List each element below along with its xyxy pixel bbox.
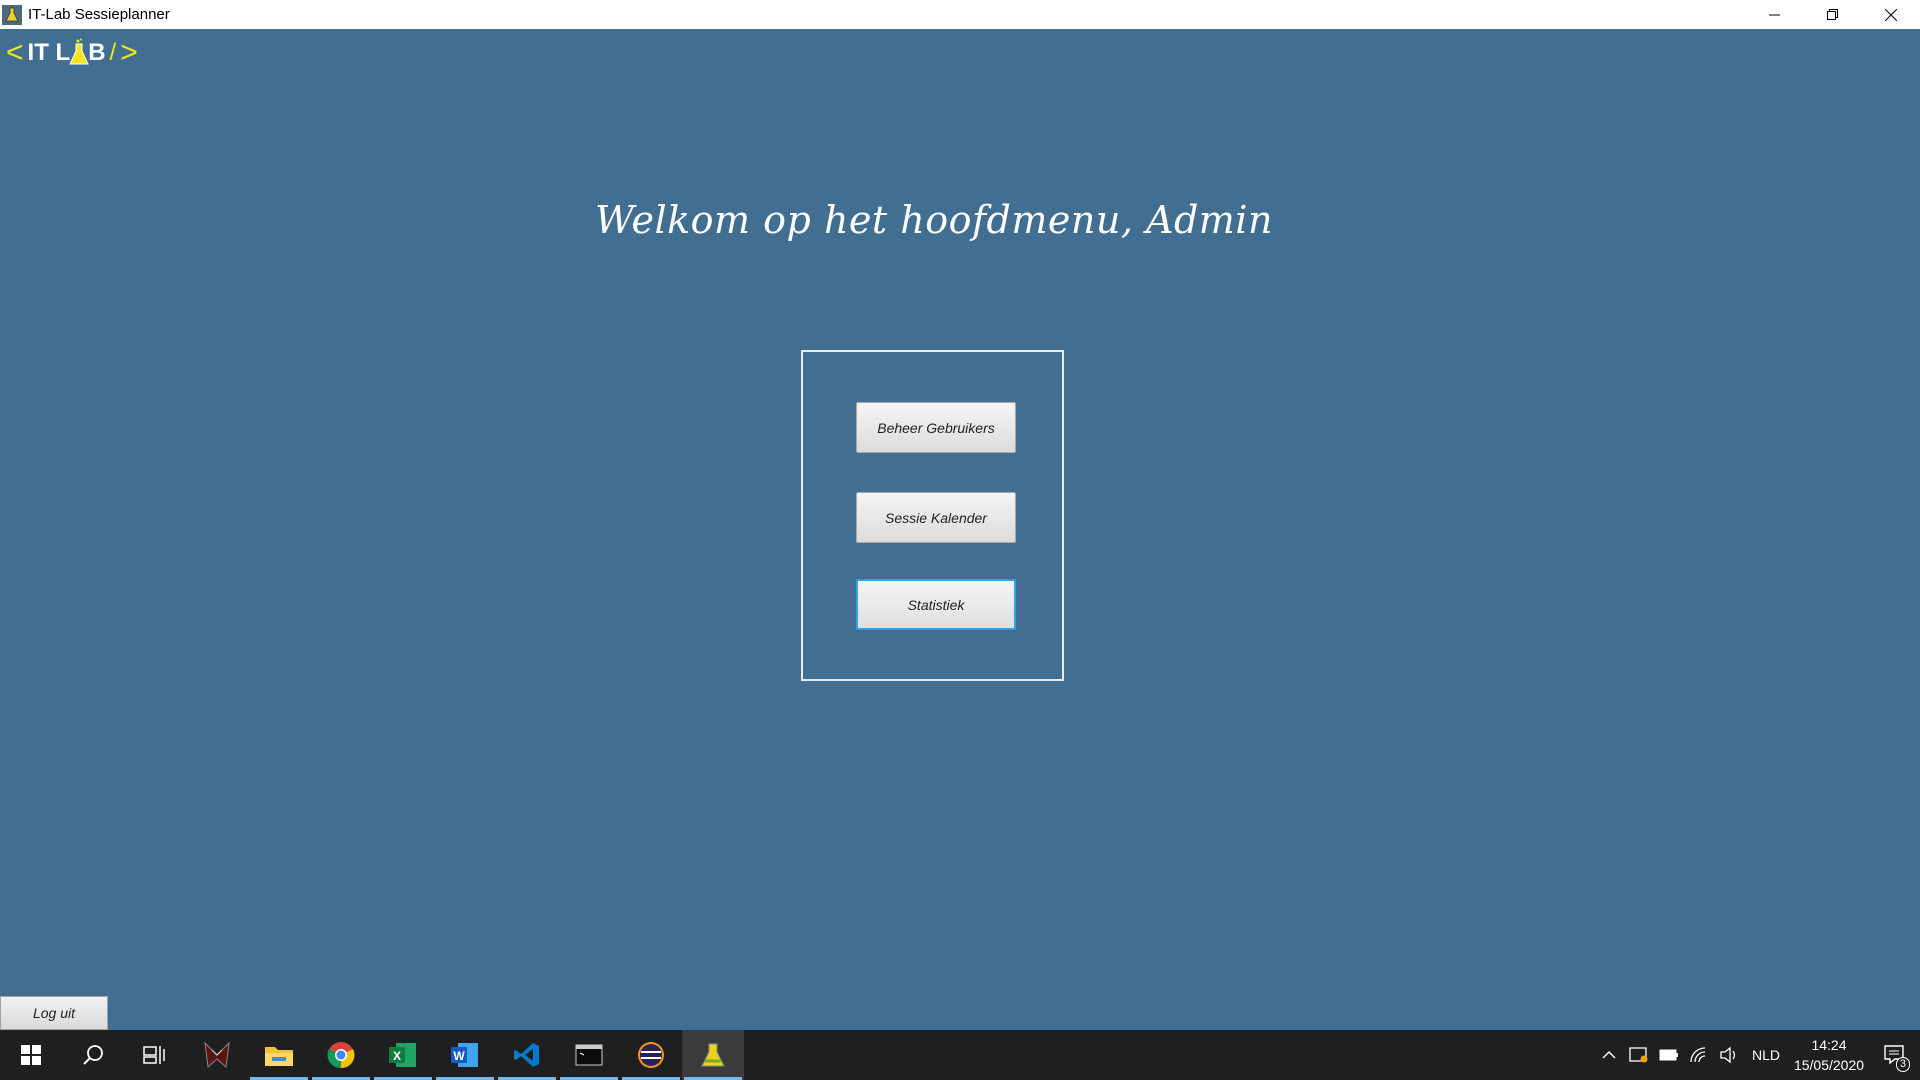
logo-word: IT L	[27, 39, 71, 66]
svg-text:X: X	[393, 1049, 401, 1063]
search-button[interactable]	[62, 1030, 124, 1080]
minimize-button[interactable]	[1746, 0, 1804, 29]
battery-icon	[1659, 1049, 1678, 1061]
task-view-icon	[143, 1046, 165, 1064]
eclipse-icon	[638, 1042, 664, 1068]
vscode-icon	[514, 1043, 539, 1067]
taskbar-itlab[interactable]	[682, 1030, 744, 1080]
clock-date: 15/05/2020	[1793, 1057, 1865, 1073]
volume-button[interactable]	[1714, 1030, 1744, 1080]
taskbar-excel[interactable]: X	[372, 1030, 434, 1080]
welcome-heading: Welkom op het hoofdmenu, Admin	[595, 198, 1273, 242]
start-button[interactable]	[0, 1030, 62, 1080]
title-bar: IT-Lab Sessieplanner	[0, 0, 1920, 29]
taskbar-vscode[interactable]	[496, 1030, 558, 1080]
input-language[interactable]: NLD	[1744, 1047, 1788, 1063]
predator-icon	[204, 1041, 230, 1069]
system-tray: NLD 14:24 15/05/2020 3	[1594, 1030, 1920, 1080]
main-menu-panel: Beheer Gebruikers Sessie Kalender Statis…	[801, 350, 1064, 681]
statistiek-button[interactable]: Statistiek	[856, 579, 1016, 630]
file-explorer-icon	[265, 1047, 293, 1066]
logo-right-bracket: >	[120, 36, 138, 69]
restore-button[interactable]	[1804, 0, 1862, 29]
restore-icon	[1827, 8, 1838, 20]
network-button[interactable]	[1684, 1030, 1714, 1080]
taskbar-word[interactable]: W	[434, 1030, 496, 1080]
volume-icon	[1720, 1046, 1736, 1064]
action-center-button[interactable]: 3	[1870, 1030, 1920, 1080]
wifi-icon	[1690, 1047, 1706, 1063]
clock[interactable]: 14:24 15/05/2020	[1788, 1035, 1870, 1075]
svg-text:W: W	[453, 1049, 465, 1063]
close-icon	[1885, 8, 1897, 21]
taskbar: X W NLD 14:24 15/05/2020 3	[0, 1030, 1920, 1080]
excel-icon: X	[389, 1043, 416, 1067]
windows-update-icon	[1629, 1047, 1648, 1063]
logout-button[interactable]: Log uit	[0, 996, 108, 1030]
terminal-icon	[575, 1044, 603, 1066]
windows-start-icon	[21, 1045, 41, 1065]
taskbar-file-explorer[interactable]	[248, 1030, 310, 1080]
chrome-icon	[327, 1042, 355, 1069]
notification-count: 3	[1895, 1057, 1910, 1072]
itlab-logo: < IT L B / >	[6, 36, 138, 69]
search-icon	[83, 1045, 103, 1065]
window-title: IT-Lab Sessieplanner	[28, 6, 170, 23]
task-view-button[interactable]	[124, 1030, 186, 1080]
sessie-kalender-button[interactable]: Sessie Kalender	[856, 492, 1016, 543]
tray-update-button[interactable]	[1624, 1030, 1654, 1080]
logo-left-bracket: <	[6, 36, 24, 69]
logo-word-end: B	[88, 39, 106, 66]
close-button[interactable]	[1862, 0, 1920, 29]
word-icon: W	[451, 1043, 478, 1067]
itlab-flask-icon	[701, 1043, 725, 1067]
taskbar-predator[interactable]	[186, 1030, 248, 1080]
show-hidden-icons-button[interactable]	[1594, 1030, 1624, 1080]
minimize-icon	[1769, 14, 1780, 15]
taskbar-terminal[interactable]	[558, 1030, 620, 1080]
clock-time: 14:24	[1811, 1037, 1847, 1053]
taskbar-eclipse[interactable]	[620, 1030, 682, 1080]
flask-app-icon	[2, 4, 22, 25]
battery-button[interactable]	[1654, 1030, 1684, 1080]
chevron-up-icon	[1602, 1051, 1616, 1059]
flask-icon	[69, 38, 89, 65]
taskbar-chrome[interactable]	[310, 1030, 372, 1080]
beheer-gebruikers-button[interactable]: Beheer Gebruikers	[856, 402, 1016, 453]
logo-slash: /	[109, 39, 117, 66]
